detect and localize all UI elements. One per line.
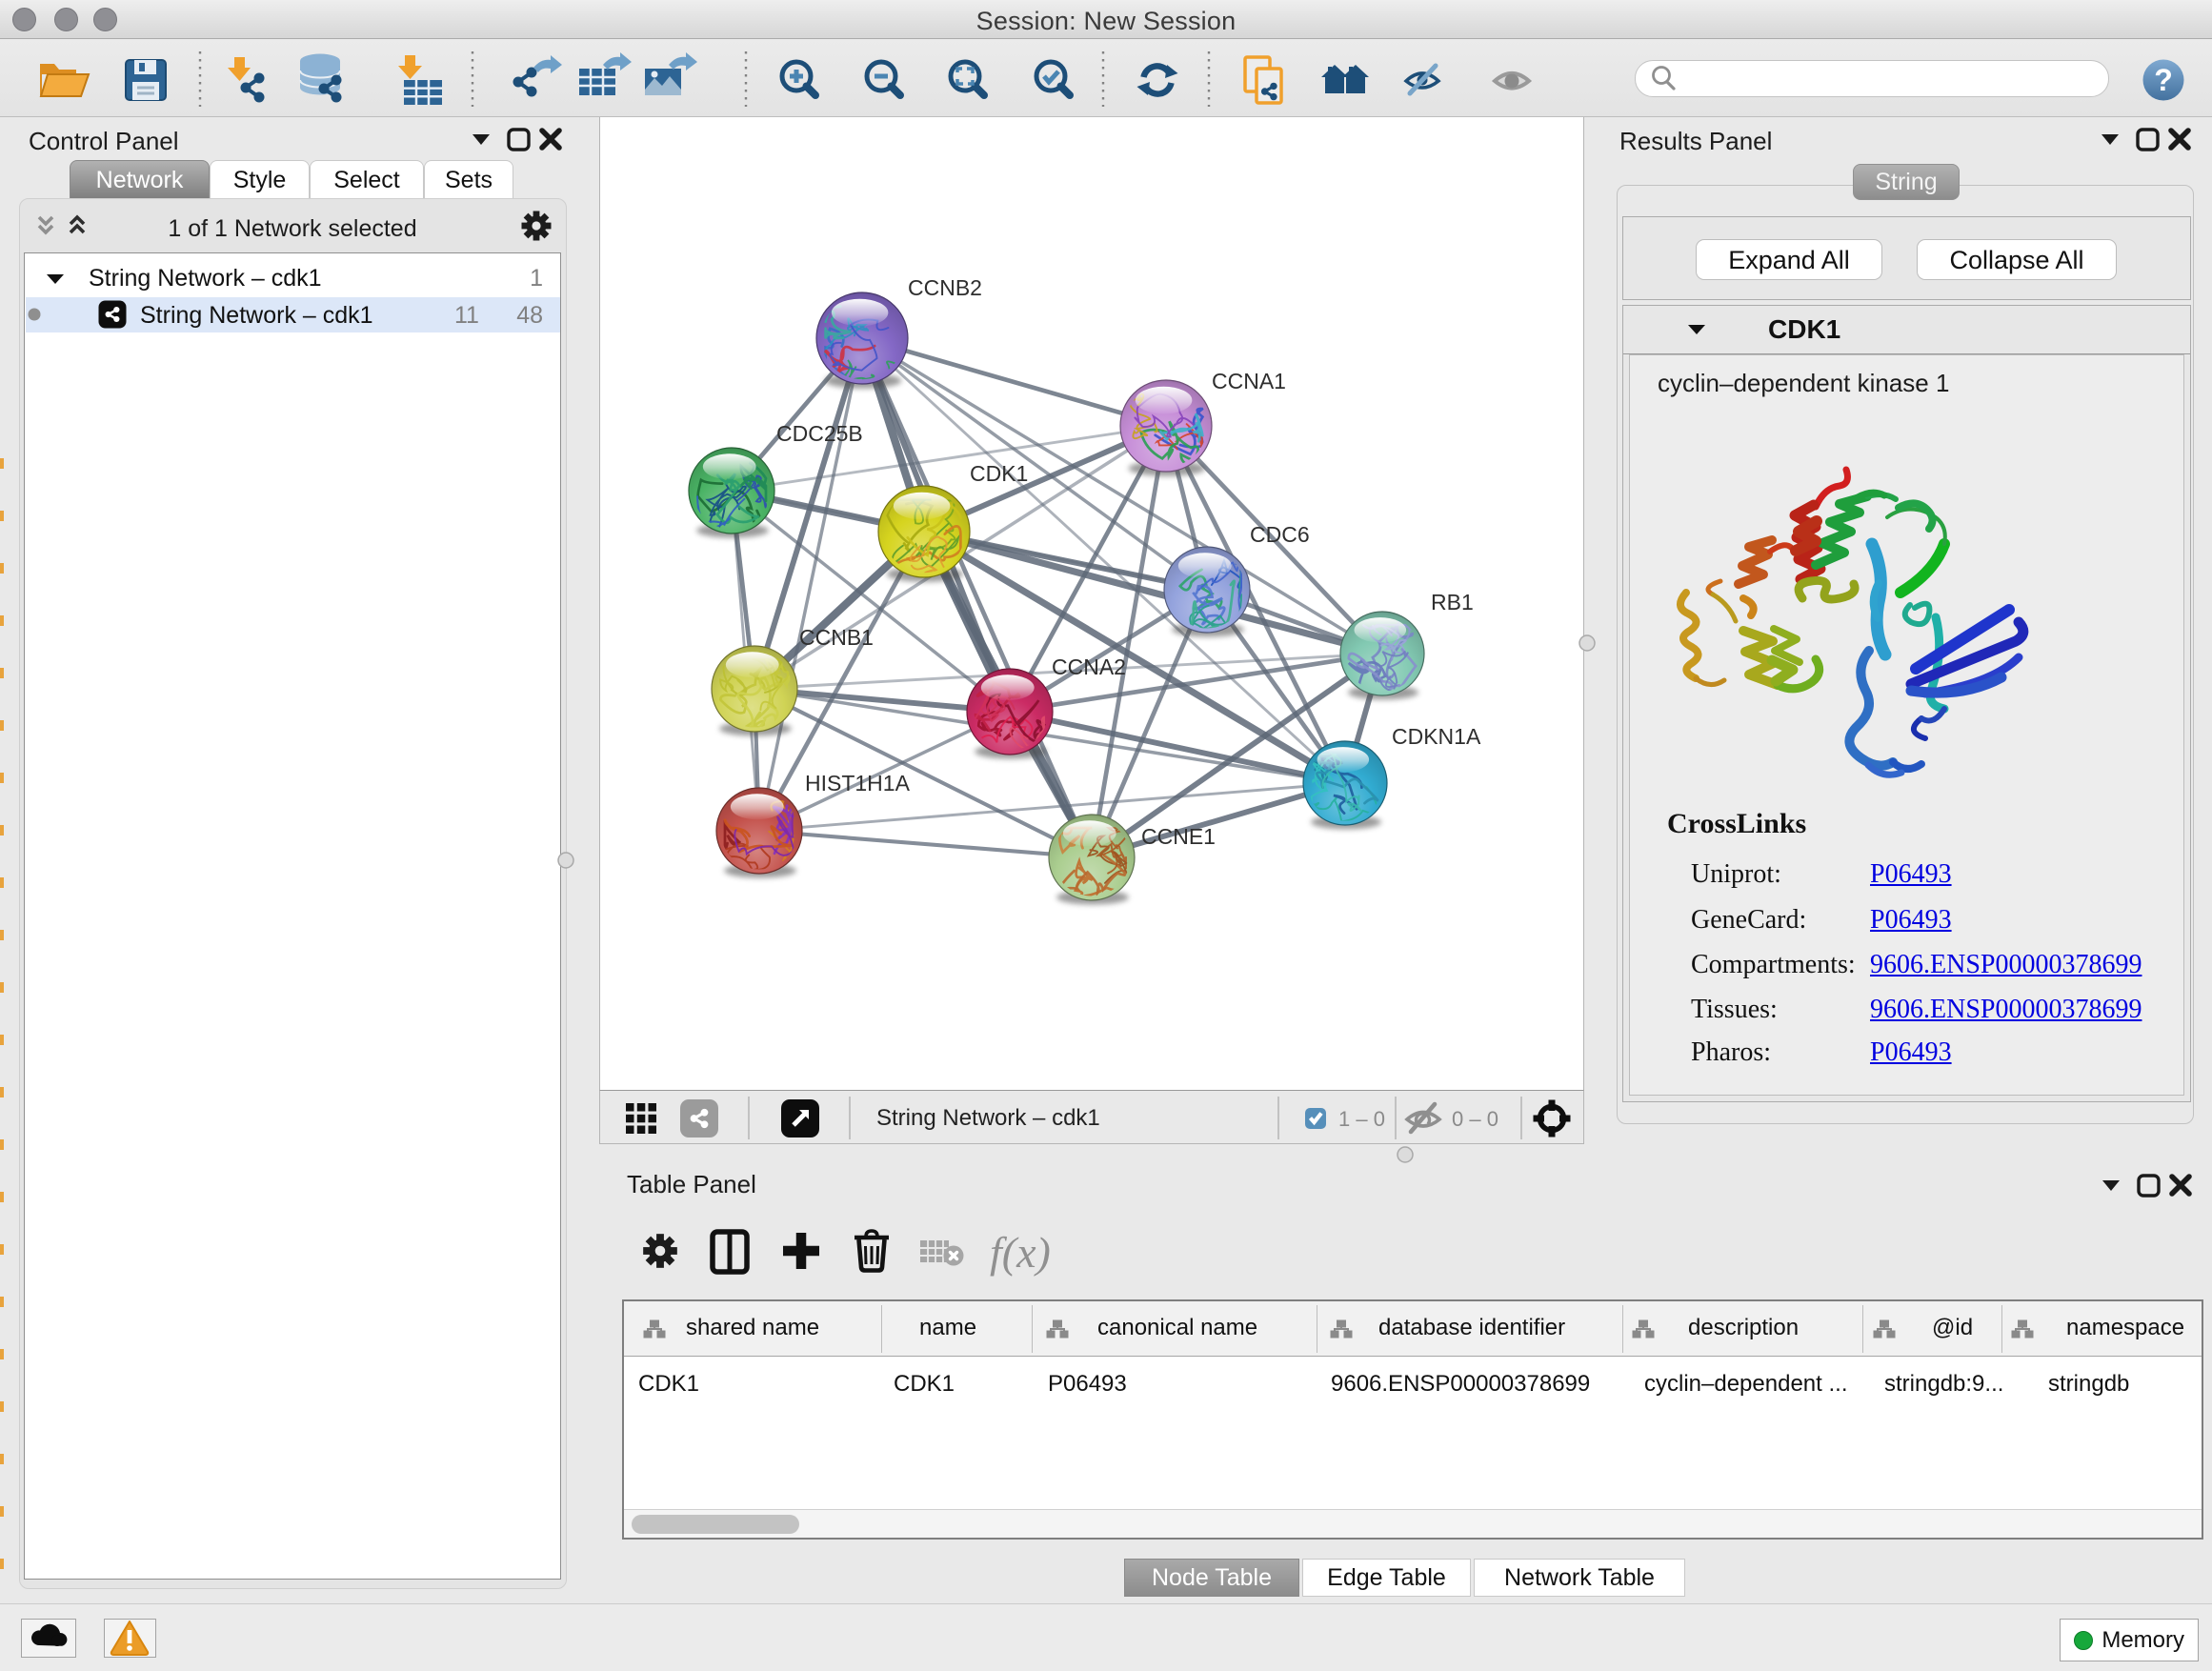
svg-text:CDKN1A: CDKN1A — [1392, 724, 1481, 749]
svg-text:CDC25B: CDC25B — [776, 421, 863, 446]
svg-text:CCNE1: CCNE1 — [1141, 824, 1216, 849]
svg-text:?: ? — [2154, 63, 2173, 97]
svg-text:f(x): f(x) — [990, 1228, 1051, 1277]
svg-text:HIST1H1A: HIST1H1A — [805, 771, 911, 795]
svg-text:CCNA1: CCNA1 — [1212, 369, 1286, 393]
svg-text:CCNA2: CCNA2 — [1052, 654, 1126, 679]
svg-text:CCNB2: CCNB2 — [908, 275, 982, 300]
svg-text:CDK1: CDK1 — [970, 461, 1028, 486]
svg-text:CCNB1: CCNB1 — [799, 625, 874, 650]
svg-text:CDC6: CDC6 — [1250, 522, 1310, 547]
svg-text:RB1: RB1 — [1431, 590, 1474, 614]
